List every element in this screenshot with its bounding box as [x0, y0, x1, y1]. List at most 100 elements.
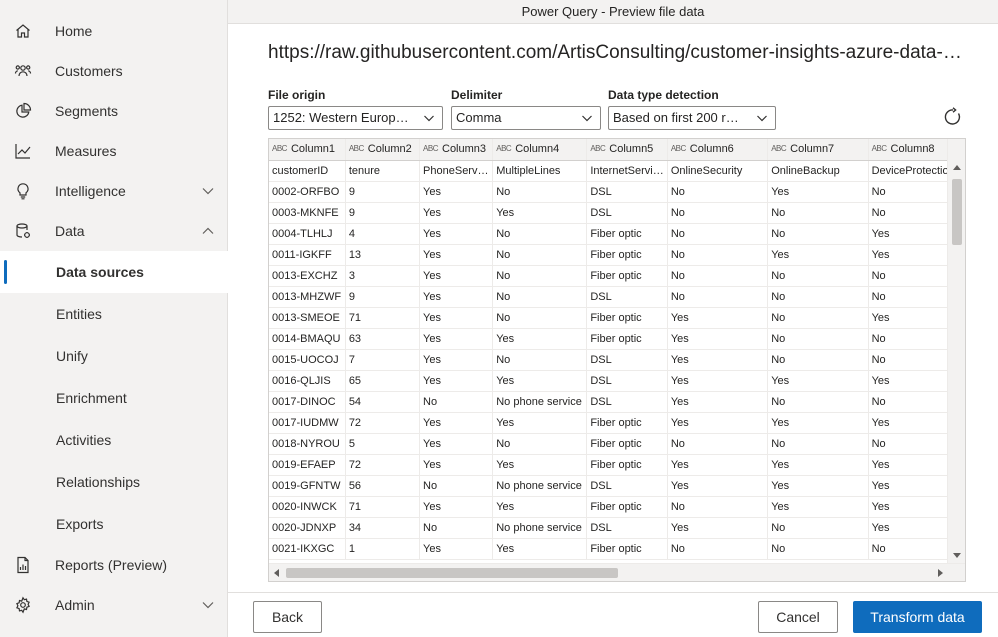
table-cell[interactable]: No	[868, 349, 948, 371]
table-cell[interactable]: No	[492, 286, 588, 308]
column-header[interactable]: ABC Column2	[345, 139, 421, 161]
table-cell[interactable]: 34	[345, 517, 421, 539]
table-cell[interactable]: Yes	[419, 328, 494, 350]
table-cell[interactable]: No	[419, 517, 494, 539]
column-header[interactable]: ABC Column7	[767, 139, 869, 161]
table-cell[interactable]: 0019-GFNTW	[269, 475, 346, 497]
table-cell[interactable]: Yes	[667, 370, 769, 392]
table-cell[interactable]: No phone service	[492, 517, 588, 539]
table-cell[interactable]: No	[667, 265, 769, 287]
table-cell[interactable]: Yes	[667, 328, 769, 350]
table-cell[interactable]: 65	[345, 370, 421, 392]
table-cell[interactable]: No phone service	[492, 475, 588, 497]
sub-item-activities[interactable]: Activities	[0, 419, 228, 461]
table-cell[interactable]: No	[868, 433, 948, 455]
table-cell[interactable]: 4	[345, 223, 421, 245]
table-cell[interactable]: DSL	[586, 349, 668, 371]
table-cell[interactable]: DSL	[586, 202, 668, 224]
vertical-scroll-thumb[interactable]	[952, 179, 962, 245]
nav-item-customers[interactable]: Customers	[0, 51, 228, 91]
table-cell[interactable]: Yes	[767, 370, 869, 392]
table-cell[interactable]: 0017-DINOC	[269, 391, 346, 413]
table-cell[interactable]: Yes	[419, 412, 494, 434]
table-cell[interactable]: Yes	[419, 433, 494, 455]
table-cell[interactable]: 0002-ORFBO	[269, 181, 346, 203]
table-cell[interactable]: Yes	[667, 454, 769, 476]
table-cell[interactable]: Yes	[419, 181, 494, 203]
table-cell[interactable]: Yes	[419, 286, 494, 308]
sub-item-exports[interactable]: Exports	[0, 503, 228, 545]
table-cell[interactable]: Fiber optic	[586, 328, 668, 350]
nav-item-measures[interactable]: Measures	[0, 131, 228, 171]
column-header[interactable]: ABC Column4	[492, 139, 588, 161]
table-cell[interactable]: No	[868, 181, 948, 203]
table-cell[interactable]: 71	[345, 307, 421, 329]
table-cell[interactable]: Yes	[868, 475, 948, 497]
table-cell[interactable]: 0003-MKNFE	[269, 202, 346, 224]
column-header[interactable]: ABC Column5	[586, 139, 668, 161]
table-cell[interactable]: No	[667, 496, 769, 518]
column-header[interactable]: ABC Column3	[419, 139, 494, 161]
table-cell[interactable]: InternetService	[586, 160, 668, 182]
scroll-down-icon[interactable]	[953, 553, 961, 558]
table-cell[interactable]: No	[868, 391, 948, 413]
table-cell[interactable]: No	[667, 202, 769, 224]
sub-item-enrichment[interactable]: Enrichment	[0, 377, 228, 419]
table-cell[interactable]: Yes	[868, 244, 948, 266]
table-cell[interactable]: DeviceProtection	[868, 160, 948, 182]
sub-item-relationships[interactable]: Relationships	[0, 461, 228, 503]
table-cell[interactable]: Yes	[667, 307, 769, 329]
table-cell[interactable]: DSL	[586, 391, 668, 413]
table-cell[interactable]: Yes	[492, 412, 588, 434]
table-cell[interactable]: 0019-EFAEP	[269, 454, 346, 476]
table-cell[interactable]: Fiber optic	[586, 223, 668, 245]
table-cell[interactable]: No	[419, 391, 494, 413]
nav-item-admin[interactable]: Admin	[0, 585, 228, 625]
table-cell[interactable]: No	[868, 538, 948, 560]
table-cell[interactable]: No	[492, 433, 588, 455]
table-cell[interactable]: Yes	[492, 370, 588, 392]
table-cell[interactable]: Yes	[667, 349, 769, 371]
table-cell[interactable]: No	[767, 202, 869, 224]
table-cell[interactable]: Yes	[868, 496, 948, 518]
nav-item-intelligence[interactable]: Intelligence	[0, 171, 228, 211]
table-cell[interactable]: 0004-TLHLJ	[269, 223, 346, 245]
vertical-scrollbar[interactable]	[947, 139, 965, 564]
table-cell[interactable]: MultipleLines	[492, 160, 588, 182]
column-header[interactable]: ABC Column8	[868, 139, 948, 161]
nav-item-segments[interactable]: Segments	[0, 91, 228, 131]
table-cell[interactable]: No	[419, 475, 494, 497]
transform-data-button[interactable]: Transform data	[853, 601, 982, 633]
horizontal-scrollbar[interactable]	[269, 563, 965, 581]
table-cell[interactable]: 71	[345, 496, 421, 518]
table-cell[interactable]: Yes	[767, 475, 869, 497]
table-cell[interactable]: Yes	[419, 244, 494, 266]
table-cell[interactable]: No	[767, 391, 869, 413]
table-cell[interactable]: No	[767, 349, 869, 371]
table-cell[interactable]: 5	[345, 433, 421, 455]
table-cell[interactable]: Yes	[868, 223, 948, 245]
table-cell[interactable]: No	[767, 328, 869, 350]
file-origin-dropdown[interactable]: 1252: Western European (Windows)	[268, 106, 443, 130]
table-cell[interactable]: 0020-INWCK	[269, 496, 346, 518]
table-cell[interactable]: No	[492, 244, 588, 266]
table-cell[interactable]: No	[492, 265, 588, 287]
table-cell[interactable]: Yes	[667, 475, 769, 497]
table-cell[interactable]: 0017-IUDMW	[269, 412, 346, 434]
chevron-up-icon[interactable]	[201, 224, 215, 238]
cancel-button[interactable]: Cancel	[758, 601, 838, 633]
table-cell[interactable]: 9	[345, 181, 421, 203]
table-cell[interactable]: 72	[345, 412, 421, 434]
table-cell[interactable]: 0021-IKXGC	[269, 538, 346, 560]
table-cell[interactable]: 63	[345, 328, 421, 350]
table-cell[interactable]: 72	[345, 454, 421, 476]
table-cell[interactable]: 0018-NYROU	[269, 433, 346, 455]
table-cell[interactable]: Yes	[868, 370, 948, 392]
table-cell[interactable]: OnlineBackup	[767, 160, 869, 182]
table-cell[interactable]: No	[492, 223, 588, 245]
nav-item-home[interactable]: Home	[0, 11, 228, 51]
table-cell[interactable]: tenure	[345, 160, 421, 182]
table-cell[interactable]: Yes	[492, 202, 588, 224]
table-cell[interactable]: Fiber optic	[586, 454, 668, 476]
table-cell[interactable]: 0013-EXCHZ	[269, 265, 346, 287]
